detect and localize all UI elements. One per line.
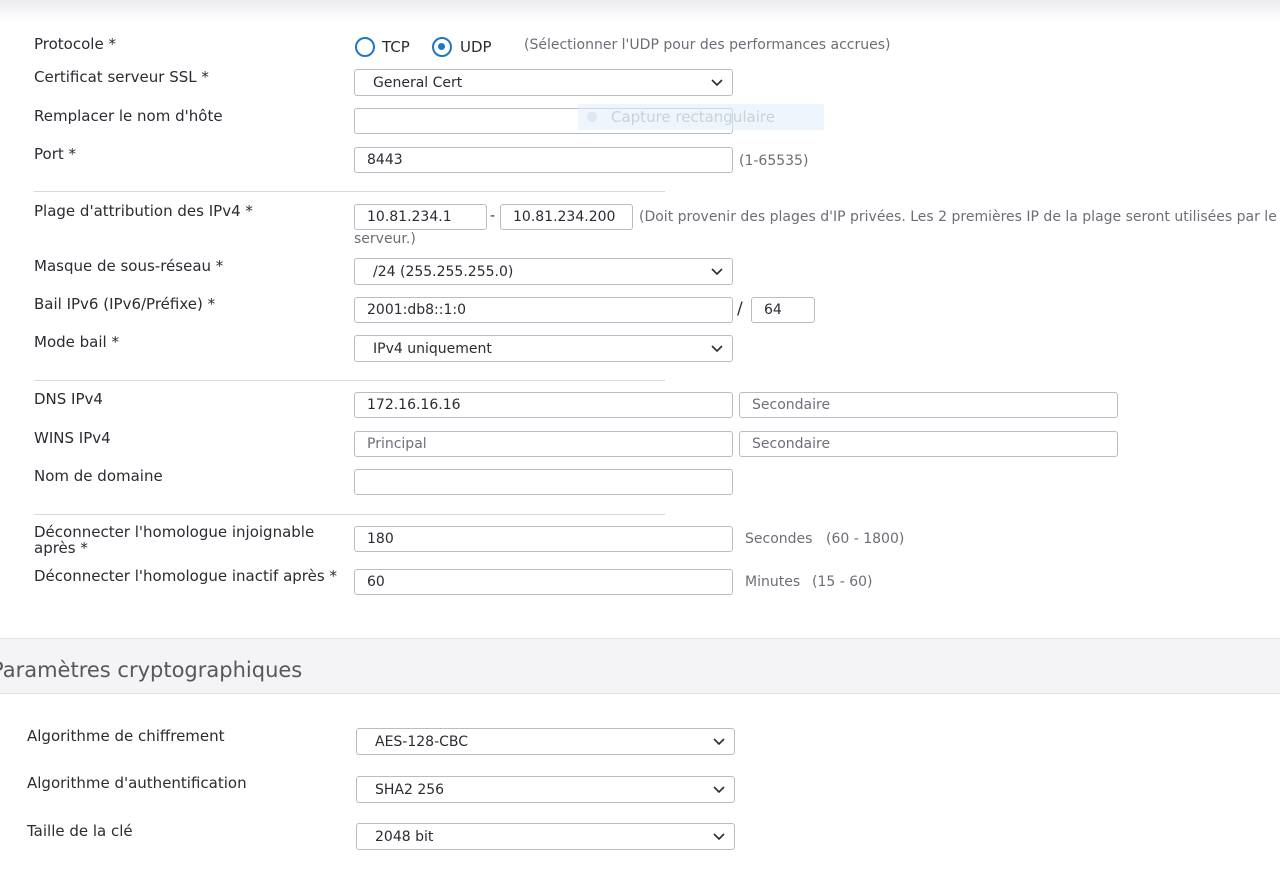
authentication-select[interactable]: SHA2 256 [356,776,735,803]
dead-peer-label: Déconnecter l'homologue injoignable aprè… [34,524,314,556]
protocol-udp-radio[interactable] [432,37,452,57]
idle-peer-range: (15 - 60) [812,574,873,590]
protocol-udp-label[interactable]: UDP [460,38,492,56]
protocol-tcp-label[interactable]: TCP [382,38,410,56]
override-hostname-label: Remplacer le nom d'hôte [34,107,223,125]
chevron-down-icon [713,738,725,746]
port-input[interactable] [354,147,733,173]
chevron-down-icon [711,268,723,276]
capture-overlay-text: Capture rectangulaire [611,108,775,126]
chevron-down-icon [711,79,723,87]
ipv6-prefix-input[interactable] [751,297,815,323]
separator [34,514,665,515]
ipv4-range-label: Plage d'attribution des IPv4 * [34,202,253,220]
idle-peer-unit: Minutes [745,574,801,590]
top-shade [0,0,1280,22]
chevron-down-icon [713,786,725,794]
dead-peer-unit: Secondes [745,531,813,547]
ssl-cert-label: Certificat serveur SSL * [34,68,209,86]
encryption-select[interactable]: AES-128-CBC [356,728,735,755]
chevron-down-icon [711,345,723,353]
ipv4-range-start-input[interactable] [354,204,487,230]
domain-name-label: Nom de domaine [34,467,163,485]
dead-peer-input[interactable] [354,526,733,552]
wins-ipv4-label: WINS IPv4 [34,429,111,447]
ssl-cert-select[interactable]: General Cert [354,69,733,96]
ipv4-range-hint-2: serveur.) [354,231,416,247]
protocol-hint: (Sélectionner l'UDP pour des performance… [524,37,891,53]
key-size-select[interactable]: 2048 bit [356,823,735,850]
subnet-mask-value: /24 (255.255.255.0) [373,263,514,280]
dns-ipv4-label: DNS IPv4 [34,390,103,408]
dead-peer-label-line2: après * [34,539,88,557]
encryption-label: Algorithme de chiffrement [27,727,225,745]
port-hint: (1-65535) [739,153,809,169]
authentication-value: SHA2 256 [375,781,445,798]
ipv4-range-hint-1: (Doit provenir des plages d'IP privées. … [639,209,1277,225]
subnet-mask-select[interactable]: /24 (255.255.255.0) [354,258,733,285]
port-label: Port * [34,145,77,163]
key-size-label: Taille de la clé [27,822,133,840]
ipv6-lease-input[interactable] [354,297,733,323]
crypto-section-header: Paramètres cryptographiques [0,638,1280,694]
subnet-mask-label: Masque de sous-réseau * [34,257,224,275]
lease-mode-select[interactable]: IPv4 uniquement [354,335,733,362]
ssl-cert-value: General Cert [373,74,463,91]
lease-mode-label: Mode bail * [34,333,119,351]
ipv6-lease-label: Bail IPv6 (IPv6/Préfixe) * [34,295,216,313]
chevron-down-icon [713,833,725,841]
idle-peer-input[interactable] [354,569,733,595]
dns-primary-input[interactable] [354,392,733,418]
authentication-label: Algorithme d'authentification [27,774,247,792]
protocol-label: Protocole * [34,35,116,53]
idle-peer-label: Déconnecter l'homologue inactif après * [34,567,337,585]
ipv4-range-end-input[interactable] [500,204,633,230]
separator [34,191,665,192]
protocol-tcp-radio[interactable] [355,37,375,57]
crypto-section-title: Paramètres cryptographiques [0,658,303,682]
separator [34,380,665,381]
encryption-value: AES-128-CBC [375,733,469,750]
capture-overlay: Capture rectangulaire [578,104,824,130]
dead-peer-label-line1: Déconnecter l'homologue injoignable [34,523,315,541]
capture-overlay-icon [587,112,597,122]
ipv4-range-dash: - [490,208,496,224]
lease-mode-value: IPv4 uniquement [373,340,492,357]
dns-secondary-input[interactable] [739,392,1118,418]
wins-secondary-input[interactable] [739,431,1118,457]
domain-name-input[interactable] [354,469,733,495]
wins-primary-input[interactable] [354,431,733,457]
dead-peer-range: (60 - 1800) [826,531,905,547]
ipv6-slash: / [737,299,743,319]
key-size-value: 2048 bit [375,828,434,845]
